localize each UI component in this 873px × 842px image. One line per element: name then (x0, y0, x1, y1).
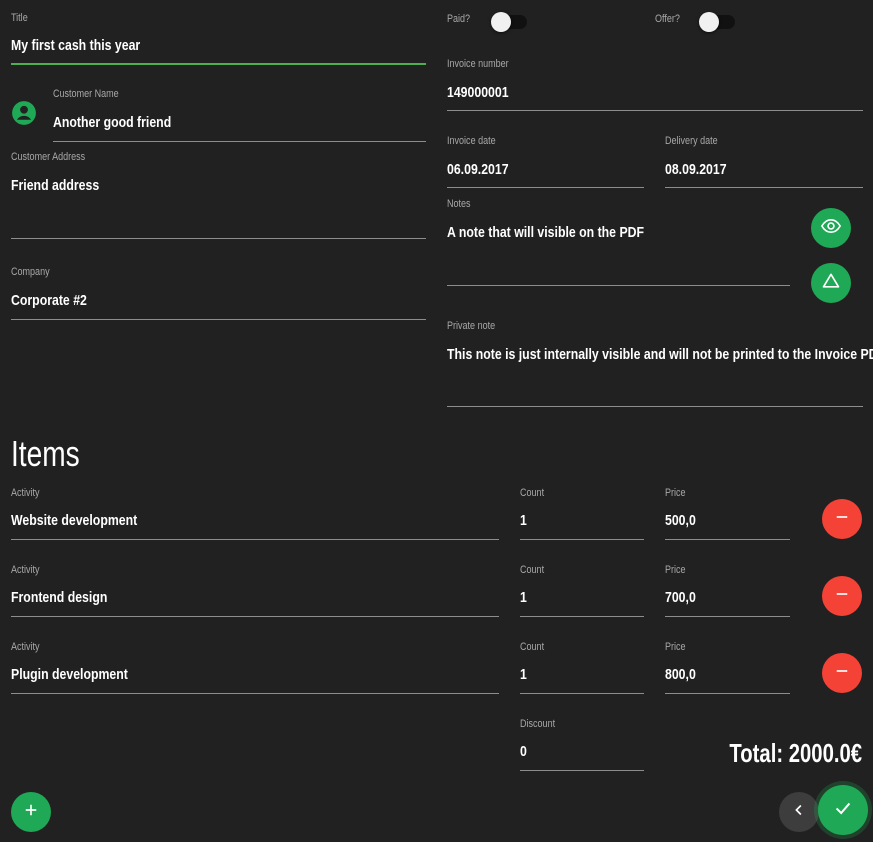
offer-toggle[interactable] (699, 12, 735, 32)
discount-label: Discount (520, 718, 556, 730)
save-button[interactable] (818, 785, 868, 835)
price-value[interactable]: 800,0 (665, 666, 696, 683)
company-value[interactable]: Corporate #2 (11, 292, 87, 309)
notes-value[interactable]: A note that will visible on the PDF (447, 224, 644, 241)
account-circle-icon (11, 100, 37, 126)
preview-button[interactable] (811, 208, 851, 248)
offer-label: Offer? (655, 13, 680, 25)
activity-underline (11, 539, 499, 540)
activity-underline (11, 693, 499, 694)
paid-toggle[interactable] (491, 12, 527, 32)
minus-icon (833, 585, 851, 608)
total-amount: Total: 2000.0€ (729, 738, 862, 768)
activity-label: Activity (11, 487, 40, 499)
customer-name-value[interactable]: Another good friend (53, 114, 171, 131)
activity-label: Activity (11, 641, 40, 653)
chevron-left-icon (790, 801, 808, 824)
eye-icon (820, 215, 842, 242)
count-value[interactable]: 1 (520, 589, 527, 606)
customer-address-value[interactable]: Friend address (11, 177, 99, 194)
customer-address-label: Customer Address (11, 151, 86, 163)
count-underline (520, 616, 644, 617)
paid-label: Paid? (447, 13, 471, 25)
private-note-underline (447, 406, 863, 407)
export-button[interactable] (811, 263, 851, 303)
price-value[interactable]: 500,0 (665, 512, 696, 529)
private-note-label: Private note (447, 320, 496, 332)
triangle-icon (821, 271, 841, 296)
count-value[interactable]: 1 (520, 666, 527, 683)
customer-name-label: Customer Name (53, 88, 119, 100)
count-label: Count (520, 564, 545, 576)
delivery-date-underline (665, 187, 863, 188)
price-label: Price (665, 641, 686, 653)
price-label: Price (665, 564, 686, 576)
company-label: Company (11, 266, 50, 278)
price-underline (665, 616, 790, 617)
title-label: Title (11, 12, 28, 24)
invoice-date-label: Invoice date (447, 135, 496, 147)
company-underline (11, 319, 426, 320)
price-underline (665, 693, 790, 694)
price-value[interactable]: 700,0 (665, 589, 696, 606)
delivery-date-label: Delivery date (665, 135, 718, 147)
invoice-number-underline (447, 110, 863, 111)
count-underline (520, 539, 644, 540)
plus-icon (22, 801, 40, 824)
add-item-button[interactable] (11, 792, 51, 832)
activity-value[interactable]: Frontend design (11, 589, 107, 606)
price-label: Price (665, 487, 686, 499)
discount-value[interactable]: 0 (520, 743, 527, 760)
title-underline (11, 63, 426, 65)
count-value[interactable]: 1 (520, 512, 527, 529)
price-underline (665, 539, 790, 540)
offer-toggle-knob (699, 12, 719, 32)
invoice-date-underline (447, 187, 644, 188)
private-note-value[interactable]: This note is just internally visible and… (447, 346, 873, 363)
customer-address-underline (11, 238, 426, 239)
remove-item-button[interactable] (822, 653, 862, 693)
back-button[interactable] (779, 792, 819, 832)
notes-label: Notes (447, 198, 471, 210)
delivery-date-value[interactable]: 08.09.2017 (665, 161, 727, 178)
check-icon (832, 797, 854, 824)
count-underline (520, 693, 644, 694)
notes-underline (447, 285, 790, 286)
activity-value[interactable]: Plugin development (11, 666, 128, 683)
paid-toggle-knob (491, 12, 511, 32)
remove-item-button[interactable] (822, 499, 862, 539)
discount-underline (520, 770, 644, 771)
invoice-date-value[interactable]: 06.09.2017 (447, 161, 509, 178)
items-heading: Items (11, 433, 80, 474)
activity-value[interactable]: Website development (11, 512, 137, 529)
title-value[interactable]: My first cash this year (11, 37, 140, 54)
count-label: Count (520, 487, 545, 499)
remove-item-button[interactable] (822, 576, 862, 616)
activity-label: Activity (11, 564, 40, 576)
invoice-number-label: Invoice number (447, 58, 509, 70)
minus-icon (833, 662, 851, 685)
customer-name-underline (53, 141, 426, 142)
activity-underline (11, 616, 499, 617)
count-label: Count (520, 641, 545, 653)
invoice-number-value[interactable]: 149000001 (447, 84, 509, 101)
minus-icon (833, 508, 851, 531)
